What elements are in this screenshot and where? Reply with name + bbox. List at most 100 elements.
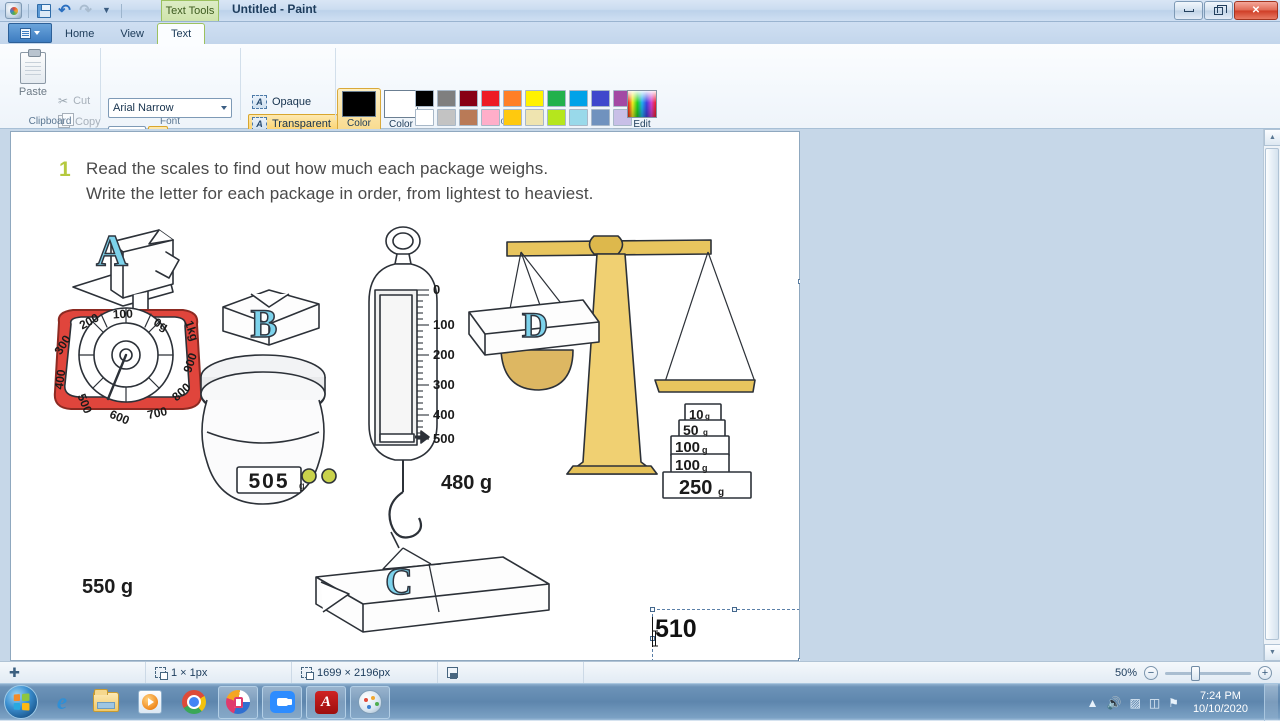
action-center-flag-icon[interactable]: ⚑ — [1168, 697, 1179, 709]
resize-handle-n[interactable] — [732, 607, 737, 612]
question-line-1: Read the scales to find out how much eac… — [86, 159, 549, 178]
color-swatch[interactable] — [569, 109, 588, 126]
svg-text:g: g — [702, 463, 708, 473]
taskbar-item-google-chrome[interactable] — [174, 686, 214, 719]
battery-icon[interactable]: ◫ — [1149, 697, 1160, 709]
taskbar-item-file-explorer[interactable] — [86, 686, 126, 719]
svg-text:400: 400 — [52, 368, 69, 390]
svg-text:g: g — [703, 428, 708, 437]
color-swatch[interactable] — [481, 90, 500, 107]
color-swatch[interactable] — [525, 90, 544, 107]
svg-text:505: 505 — [248, 470, 289, 493]
scroll-up-icon[interactable]: ▲ — [1264, 129, 1280, 146]
ribbon: Paste ✂ Cut Copy Clipboard Font Arial Na… — [0, 44, 1280, 146]
windows-logo-icon — [13, 693, 30, 711]
restore-button[interactable] — [1204, 1, 1233, 20]
ibeam-cursor-icon — [653, 630, 658, 647]
customize-qat-icon[interactable]: ▼ — [97, 1, 116, 20]
color-swatch[interactable] — [547, 109, 566, 126]
start-button[interactable] — [4, 685, 38, 719]
cut-button[interactable]: ✂ Cut — [58, 94, 90, 108]
zoom-in-button[interactable]: + — [1258, 666, 1272, 680]
clock[interactable]: 7:24 PM 10/10/2020 — [1187, 690, 1254, 716]
window-controls: ✕ — [1174, 1, 1278, 20]
selection-size-icon — [155, 667, 168, 680]
cut-label: Cut — [73, 95, 91, 107]
taskbar: e A ▲ 🔊 ▨ ◫ ⚑ 7:24 PM 10/10/2020 — [0, 683, 1280, 721]
zoom-out-button[interactable]: − — [1144, 666, 1158, 680]
paint-canvas[interactable]: 100 200 300 400 500 600 700 800 900 1kg … — [10, 131, 800, 661]
taskbar-item-windows-media-player[interactable] — [130, 686, 170, 719]
color-swatch[interactable] — [525, 109, 544, 126]
clipboard-icon — [20, 49, 46, 84]
zoom-slider[interactable] — [1165, 665, 1251, 681]
svg-text:C: C — [385, 561, 412, 603]
chevron-down-icon — [221, 106, 227, 110]
color-swatch[interactable] — [415, 109, 434, 126]
paint-icon[interactable] — [4, 1, 23, 20]
question-number: 1 — [59, 158, 71, 181]
svg-text:g: g — [718, 487, 724, 498]
color-swatch[interactable] — [459, 90, 478, 107]
vertical-scroll-thumb[interactable] — [1265, 148, 1279, 640]
taskbar-item-paint[interactable] — [350, 685, 390, 719]
close-button[interactable]: ✕ — [1234, 1, 1278, 20]
redo-icon[interactable]: ↷ — [76, 1, 95, 20]
network-icon[interactable]: ▨ — [1129, 697, 1140, 709]
vertical-scrollbar[interactable]: ▲ ▼ — [1263, 129, 1280, 661]
svg-text:A: A — [96, 226, 128, 275]
scroll-down-icon[interactable]: ▼ — [1264, 644, 1280, 661]
color-swatch[interactable] — [591, 109, 610, 126]
svg-text:g: g — [299, 481, 305, 492]
color-swatch[interactable] — [415, 90, 434, 107]
text-selection-box[interactable]: 510 — [650, 607, 799, 660]
color-palette-row-2[interactable] — [415, 109, 634, 126]
color-swatch[interactable] — [503, 90, 522, 107]
paste-button[interactable]: Paste — [10, 49, 56, 111]
opaque-label: Opaque — [272, 96, 312, 108]
color-swatch[interactable] — [437, 109, 456, 126]
undo-icon[interactable]: ↶ — [55, 1, 74, 20]
color-swatch[interactable] — [481, 109, 500, 126]
svg-text:250: 250 — [679, 477, 712, 499]
image-size-icon — [301, 667, 314, 680]
svg-text:B: B — [251, 301, 278, 346]
taskbar-item-avast-browser[interactable] — [218, 685, 258, 719]
color-swatch[interactable] — [591, 90, 610, 107]
system-tray: ▲ 🔊 ▨ ◫ ⚑ 7:24 PM 10/10/2020 — [1087, 684, 1280, 721]
svg-text:100: 100 — [112, 306, 133, 321]
color-swatch[interactable] — [459, 109, 478, 126]
color-swatch[interactable] — [569, 90, 588, 107]
tab-home[interactable]: Home — [52, 23, 107, 44]
svg-text:100: 100 — [675, 457, 700, 474]
ribbon-group-clipboard: Paste ✂ Cut Copy Clipboard — [0, 44, 101, 129]
color-swatch[interactable] — [503, 109, 522, 126]
svg-text:10: 10 — [689, 407, 703, 422]
minimize-button[interactable] — [1174, 1, 1203, 20]
resize-handle-nw[interactable] — [650, 607, 655, 612]
opaque-button[interactable]: A Opaque — [248, 92, 318, 112]
save-icon[interactable] — [34, 1, 53, 20]
color-swatch[interactable] — [547, 90, 566, 107]
zoom-slider-thumb[interactable] — [1191, 665, 1200, 681]
font-family-select[interactable]: Arial Narrow — [108, 98, 232, 118]
show-desktop-button[interactable] — [1264, 684, 1278, 721]
cursor-position-cell: ✚ — [0, 661, 146, 684]
tab-text[interactable]: Text — [157, 23, 206, 45]
workspace: 100 200 300 400 500 600 700 800 900 1kg … — [0, 129, 1280, 663]
taskbar-item-zoom[interactable] — [262, 685, 302, 719]
volume-icon[interactable]: 🔊 — [1107, 697, 1122, 709]
app-menu-button[interactable] — [8, 23, 52, 43]
tab-view[interactable]: View — [107, 23, 157, 44]
svg-text:0: 0 — [433, 282, 440, 297]
file-explorer-icon — [93, 689, 119, 712]
taskbar-item-adobe-reader[interactable]: A — [306, 685, 346, 719]
clock-date: 10/10/2020 — [1192, 702, 1248, 715]
taskbar-item-internet-explorer[interactable]: e — [42, 686, 82, 719]
color-swatch[interactable] — [437, 90, 456, 107]
status-bar: ✚ 1 × 1px 1699 × 2196px 50% − + — [0, 661, 1280, 684]
adobe-reader-icon: A — [314, 690, 338, 714]
color-palette-row-1[interactable] — [415, 90, 634, 107]
svg-text:500: 500 — [433, 431, 455, 446]
show-hidden-icons-icon[interactable]: ▲ — [1087, 697, 1099, 709]
